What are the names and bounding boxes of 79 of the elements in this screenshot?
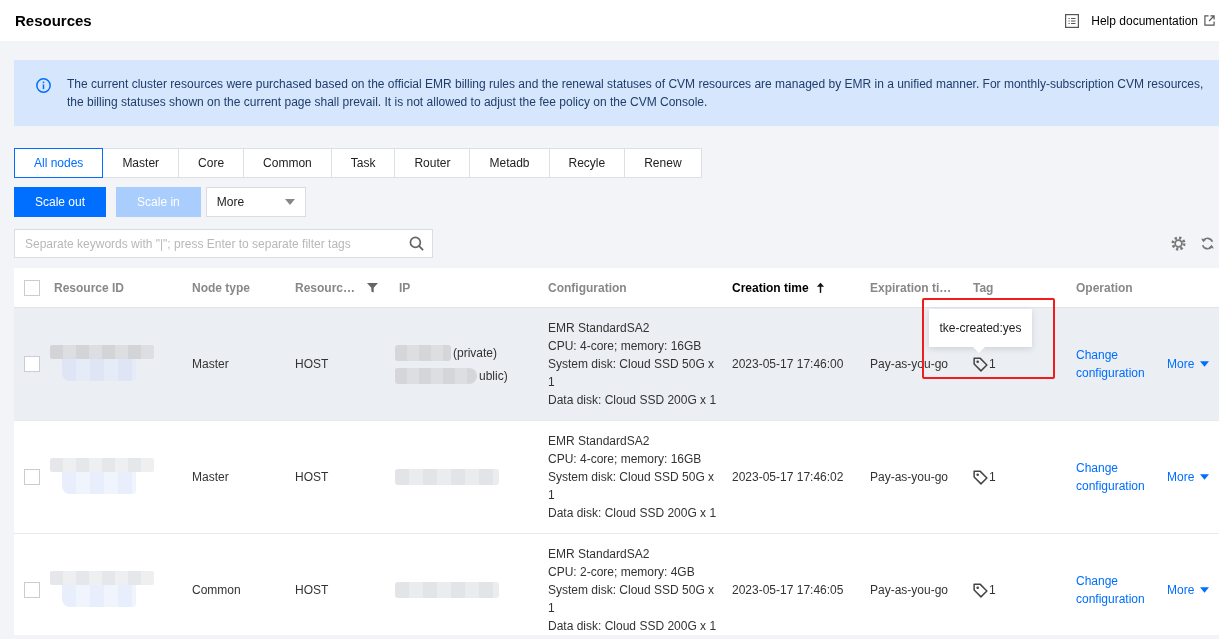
node-tab[interactable]: Recyle [548,148,626,178]
change-configuration-link[interactable]: Change configuration [1076,346,1154,382]
configuration-line: System disk: Cloud SSD 50G x 1 [548,582,716,617]
expiration-cell: Pay-as-you-go [870,470,949,484]
row-checkbox[interactable] [24,582,40,598]
dropdown-select[interactable]: More [205,187,306,217]
column-header[interactable]: Creation time [732,280,809,295]
tag-icon[interactable] [973,469,988,485]
configuration-line: EMR StandardSA2 [548,433,651,450]
select-all-checkbox[interactable] [24,279,40,296]
tag-count: 1 [989,470,996,484]
tag-icon[interactable] [973,356,988,372]
caret-icon [1200,474,1210,480]
caret-icon [284,199,295,205]
configuration-line: EMR StandardSA2 [548,320,651,337]
notice-text: The current cluster resources were purchased based on the official EMR billing rules and the renewal statuses of CVM resources are managed by EMR in a unified manner. For monthly-subscription CVM resources, the billing statuses shown on the current page shall prevail. It is not allowed to adjust the fee policy on the CVM Console. [67,76,1205,111]
creation-time-cell: 2023-05-17 17:46:05 [732,583,844,597]
search-field[interactable]: Separate keywords with "|"; press Enter to separate filter tags [14,229,433,258]
caret-icon [1200,587,1210,593]
more-menu-link[interactable]: More [1167,355,1210,373]
node-tab[interactable]: Task [330,148,396,178]
creation-time-cell: 2023-05-17 17:46:02 [732,470,844,484]
node-tab[interactable]: Metadb [469,148,550,178]
configuration-line: Data disk: Cloud SSD 200G x 1 [548,618,718,635]
tag-count: 1 [989,583,996,597]
configuration-line: CPU: 4-core; memory: 16GB [548,451,703,468]
ip-text: ublic) [479,368,508,383]
search-icon[interactable] [409,236,424,251]
configuration-line: System disk: Cloud SSD 50G x 1 [548,469,716,504]
resource-type-cell: HOST [295,583,329,597]
configuration-line: Data disk: Cloud SSD 200G x 1 [548,392,718,409]
tag-tooltip: tke-created:yes [929,309,1032,353]
node-type-cell: Master [192,357,229,371]
page-title: Resources [15,12,92,29]
column-header: Expiration ti… [870,280,952,295]
node-type-cell: Common [192,583,241,597]
configuration-line: EMR StandardSA2 [548,546,651,563]
action-button[interactable]: Scale out [14,187,107,217]
blurred-text-drawing [395,344,451,361]
info-icon [36,78,51,93]
resource-type-cell: HOST [295,470,329,484]
refresh-icon[interactable] [1200,236,1215,251]
row-checkbox[interactable] [24,356,40,372]
document-list-icon [1065,13,1080,28]
column-header: Resourc… [295,280,356,295]
change-configuration-link[interactable]: Change configuration [1076,572,1154,608]
node-tab[interactable]: Common [243,148,332,178]
external-link-icon [1204,15,1215,26]
more-menu-link[interactable]: More [1167,468,1210,486]
column-header: IP [399,280,411,295]
filter-icon[interactable] [367,282,379,293]
node-tab[interactable]: Core [178,148,245,178]
caret-icon [1200,361,1210,367]
tag-icon[interactable] [973,582,988,598]
column-header: Node type [192,280,250,295]
configuration-line: Data disk: Cloud SSD 200G x 1 [548,505,718,522]
configuration-line: CPU: 2-core; memory: 4GB [548,564,696,581]
column-header: Tag [973,280,994,295]
ip-text: (private) [453,345,497,360]
configuration-line: CPU: 4-core; memory: 16GB [548,338,703,355]
creation-time-cell: 2023-05-17 17:46:00 [732,357,844,371]
expiration-cell: Pay-as-you-go [870,583,949,597]
help-documentation-link[interactable]: Help documentation [1065,13,1215,28]
node-tab[interactable]: Renew [624,148,702,178]
node-tab[interactable]: All nodes [14,148,104,178]
configuration-line: System disk: Cloud SSD 50G x 1 [548,356,716,391]
change-configuration-link[interactable]: Change configuration [1076,459,1154,495]
column-header: Operation [1076,280,1133,295]
resource-type-cell: HOST [295,357,329,371]
node-type-cell: Master [192,470,229,484]
row-checkbox[interactable] [24,469,40,485]
more-menu-link[interactable]: More [1167,581,1210,599]
column-header: Resource ID [54,280,125,295]
sort-up-arrow-icon[interactable] [815,282,825,293]
tag-count: 1 [989,357,996,371]
node-tab[interactable]: Router [394,148,471,178]
node-tab[interactable]: Master [102,148,180,178]
column-header: Configuration [548,280,627,295]
settings-icon[interactable] [1171,236,1186,251]
